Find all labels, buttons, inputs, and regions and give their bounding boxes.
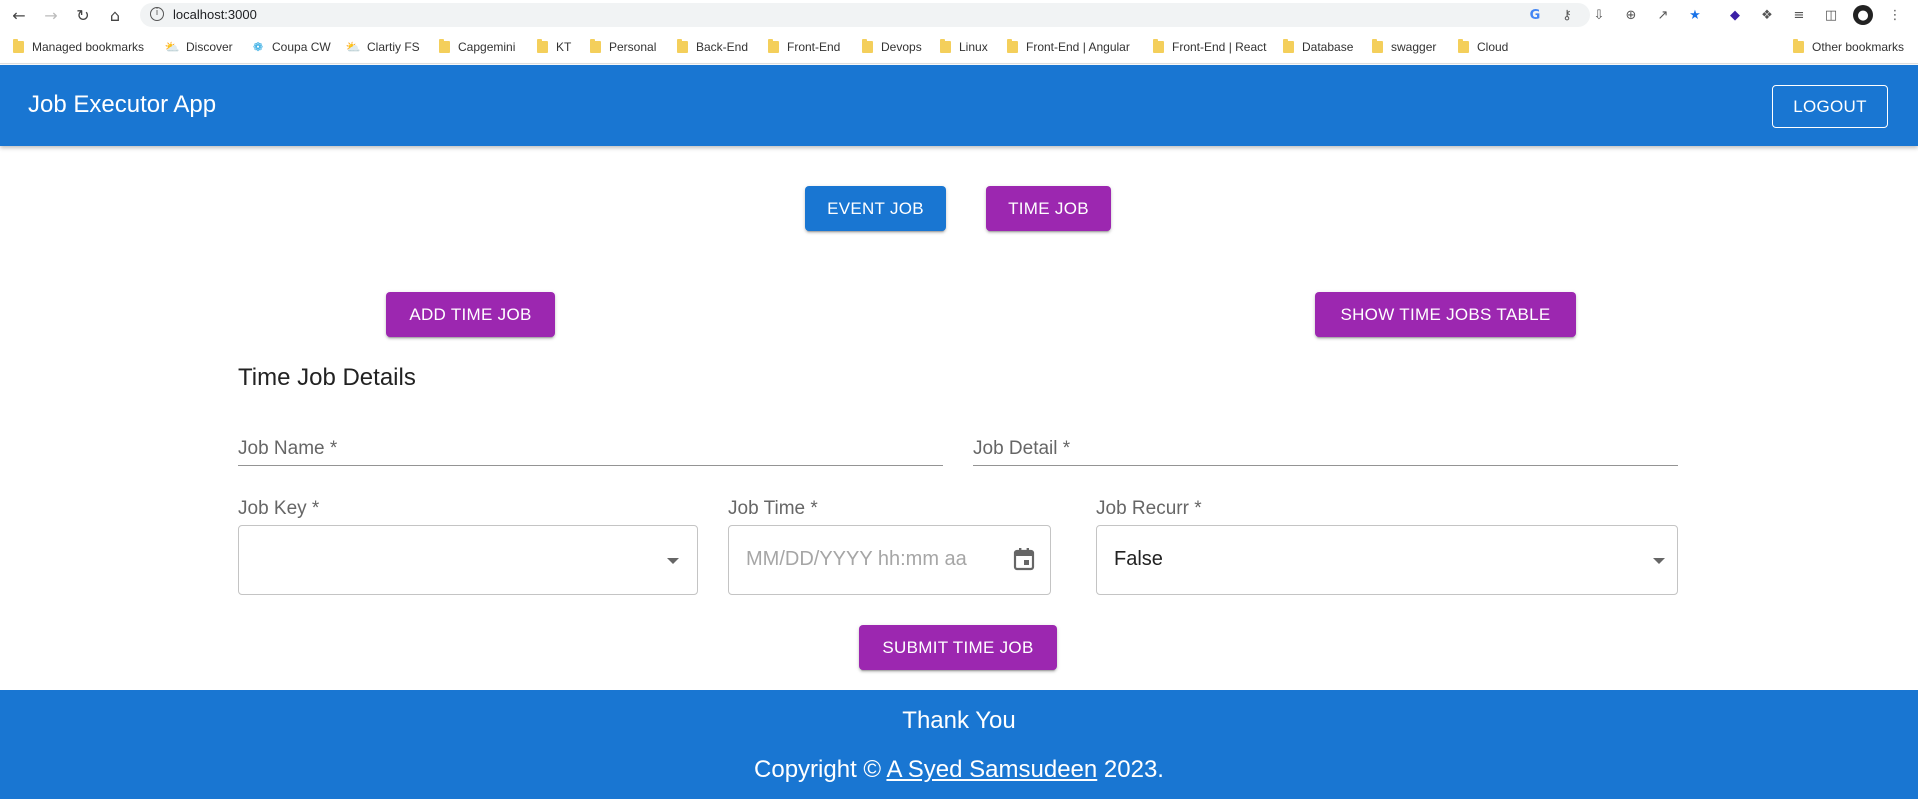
- folder-icon: [1793, 39, 1804, 53]
- folder-icon: [1458, 39, 1469, 53]
- bookmarks-bar: Managed bookmarks ⛅ Discover ❁ Coupa CW ⛅ C…: [0, 30, 1918, 64]
- job-detail-label: Job Detail *: [973, 438, 1071, 459]
- install-icon[interactable]: ⇩: [1589, 5, 1609, 25]
- job-detail-field[interactable]: Job Detail *: [973, 424, 1678, 466]
- folder-icon: [1153, 39, 1164, 53]
- forward-icon[interactable]: →: [40, 4, 62, 26]
- event-job-button[interactable]: EVENT JOB: [805, 186, 946, 231]
- bookmark-item[interactable]: Front-End: [768, 39, 840, 55]
- chevron-down-icon: [1653, 558, 1665, 564]
- footer-copyright: Copyright © A Syed Samsudeen 2023.: [754, 756, 1164, 783]
- footer-thanks: Thank You: [902, 707, 1016, 734]
- bookmark-item[interactable]: Front-End | React: [1153, 39, 1267, 55]
- app-title: Job Executor App: [28, 91, 217, 118]
- time-job-button[interactable]: TIME JOB: [986, 186, 1111, 231]
- home-icon[interactable]: ⌂: [104, 4, 126, 26]
- job-key-label: Job Key *: [238, 498, 320, 519]
- calendar-icon[interactable]: [1012, 546, 1036, 572]
- folder-icon: [537, 39, 548, 53]
- bookmark-item[interactable]: swagger: [1372, 39, 1436, 55]
- bookmark-item[interactable]: Capgemini: [439, 39, 515, 55]
- job-time-label: Job Time *: [728, 498, 818, 519]
- url-text[interactable]: localhost:3000: [173, 7, 257, 22]
- folder-icon: [590, 39, 601, 53]
- google-icon[interactable]: G: [1525, 5, 1545, 25]
- chevron-down-icon: [667, 558, 679, 564]
- folder-icon: [1283, 39, 1294, 53]
- folder-icon: [940, 39, 951, 53]
- bookmark-item[interactable]: Managed bookmarks: [13, 39, 144, 55]
- bookmark-item[interactable]: ⛅ Discover: [165, 39, 233, 55]
- bookmark-item[interactable]: Devops: [862, 39, 922, 55]
- site-info-icon[interactable]: i: [150, 7, 164, 21]
- job-recurr-select[interactable]: False: [1096, 525, 1678, 595]
- folder-icon: [768, 39, 779, 53]
- folder-icon: [862, 39, 873, 53]
- menu-kebab-icon[interactable]: ⋮: [1885, 5, 1905, 25]
- back-icon[interactable]: ←: [8, 4, 30, 26]
- job-recurr-value: False: [1114, 548, 1163, 570]
- address-bar[interactable]: i localhost:3000: [140, 3, 1590, 27]
- bookmark-item[interactable]: ❁ Coupa CW: [251, 39, 331, 55]
- extensions-icon[interactable]: ❖: [1757, 5, 1777, 25]
- other-bookmarks[interactable]: Other bookmarks: [1793, 39, 1904, 55]
- discover-icon: ⛅: [345, 40, 361, 54]
- bookmark-item[interactable]: ⛅ Clartiy FS: [346, 39, 420, 55]
- footer: Thank You Copyright © A Syed Samsudeen 2…: [0, 690, 1918, 799]
- bookmark-item[interactable]: Back-End: [677, 39, 748, 55]
- bookmark-item[interactable]: Linux: [940, 39, 988, 55]
- logout-button[interactable]: LOGOUT: [1772, 85, 1888, 128]
- job-time-picker[interactable]: MM/DD/YYYY hh:mm aa: [728, 525, 1051, 595]
- share-icon[interactable]: ↗: [1653, 5, 1673, 25]
- job-time-placeholder: MM/DD/YYYY hh:mm aa: [746, 548, 967, 570]
- coupa-icon: ❁: [252, 40, 264, 54]
- job-recurr-label: Job Recurr *: [1096, 498, 1202, 519]
- folder-icon: [677, 39, 688, 53]
- job-name-label: Job Name *: [238, 438, 338, 459]
- folder-icon: [13, 39, 24, 53]
- side-panel-icon[interactable]: ◫: [1821, 5, 1841, 25]
- add-time-job-button[interactable]: ADD TIME JOB: [386, 292, 555, 337]
- bookmark-item[interactable]: Personal: [590, 39, 656, 55]
- form-title: Time Job Details: [238, 364, 416, 391]
- extension-layers-icon[interactable]: ◆: [1725, 5, 1745, 25]
- folder-icon: [439, 39, 450, 53]
- job-name-field[interactable]: Job Name *: [238, 424, 943, 466]
- discover-icon: ⛅: [164, 40, 180, 54]
- bookmark-item[interactable]: Cloud: [1458, 39, 1508, 55]
- folder-icon: [1007, 39, 1018, 53]
- reading-list-icon[interactable]: ≡: [1789, 5, 1809, 25]
- zoom-icon[interactable]: ⊕: [1621, 5, 1641, 25]
- key-icon[interactable]: ⚷: [1557, 5, 1577, 25]
- app-header: Job Executor App LOGOUT: [0, 65, 1918, 146]
- show-time-jobs-table-button[interactable]: SHOW TIME JOBS TABLE: [1315, 292, 1576, 337]
- star-icon[interactable]: ★: [1685, 5, 1705, 25]
- submit-time-job-button[interactable]: SUBMIT TIME JOB: [859, 625, 1057, 670]
- bookmark-item[interactable]: Database: [1283, 39, 1353, 55]
- bookmark-item[interactable]: KT: [537, 39, 571, 55]
- job-key-select[interactable]: [238, 525, 698, 595]
- bookmark-item[interactable]: Front-End | Angular: [1007, 39, 1130, 55]
- folder-icon: [1372, 39, 1383, 53]
- browser-toolbar: ← → ↻ ⌂ i localhost:3000 G ⚷ ⇩ ⊕ ↗ ★ ◆ ❖…: [0, 0, 1918, 30]
- reload-icon[interactable]: ↻: [72, 4, 94, 26]
- profile-avatar-icon[interactable]: ●: [1853, 5, 1873, 25]
- author-link[interactable]: A Syed Samsudeen: [886, 756, 1097, 783]
